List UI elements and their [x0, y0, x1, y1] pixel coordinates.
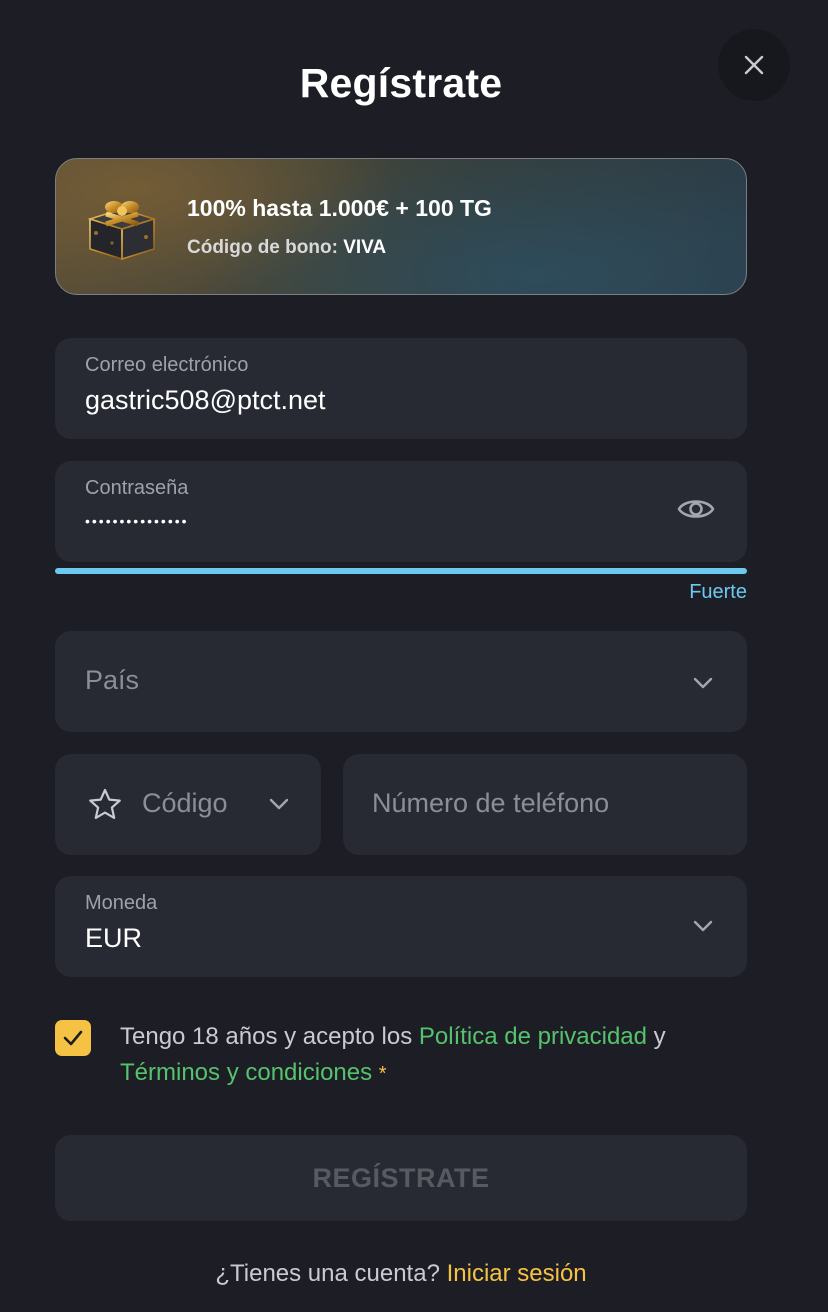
password-field[interactable]: Contraseña •••••••••••••••: [55, 461, 747, 562]
country-select[interactable]: País: [55, 631, 747, 732]
currency-select[interactable]: Moneda EUR: [55, 876, 747, 977]
terms-text-between: y: [647, 1023, 666, 1050]
chevron-down-icon: [269, 798, 289, 810]
bonus-code-label: Código de bono:: [187, 237, 338, 258]
country-placeholder: País: [85, 665, 140, 695]
phone-code-placeholder: Código: [142, 788, 228, 818]
login-link[interactable]: Iniciar sesión: [447, 1260, 587, 1287]
password-strength-label: Fuerte: [689, 581, 747, 603]
eye-icon[interactable]: [677, 494, 715, 524]
footer: ¿Tienes una cuenta? Iniciar sesión: [0, 1260, 802, 1288]
phone-number-placeholder: Número de teléfono: [372, 788, 610, 818]
privacy-policy-link[interactable]: Política de privacidad: [419, 1023, 647, 1050]
registration-modal: Regístrate 100% hasta 1.000€ + 100 TG Có…: [0, 0, 828, 1312]
footer-question: ¿Tienes una cuenta?: [215, 1260, 440, 1287]
email-value[interactable]: gastric508@ptct.net: [85, 385, 326, 416]
email-label: Correo electrónico: [85, 354, 249, 376]
star-icon: [89, 788, 121, 819]
phone-code-select[interactable]: Código: [55, 754, 321, 855]
required-mark: *: [378, 1063, 387, 1085]
bonus-code: Código de bono: VIVA: [187, 237, 386, 259]
currency-value: EUR: [85, 923, 143, 953]
bonus-title: 100% hasta 1.000€ + 100 TG: [187, 195, 492, 221]
email-field[interactable]: Correo electrónico gastric508@ptct.net: [55, 338, 747, 439]
phone-number-input[interactable]: Número de teléfono: [343, 754, 747, 855]
check-icon: [63, 1030, 83, 1046]
password-value[interactable]: •••••••••••••••: [85, 513, 189, 529]
bonus-code-value: VIVA: [343, 237, 387, 258]
currency-label: Moneda: [85, 892, 158, 914]
page-title: Regístrate: [299, 60, 503, 106]
terms-text: Tengo 18 años y acepto los Política de p…: [120, 1019, 720, 1092]
terms-conditions-link[interactable]: Términos y condiciones: [120, 1059, 372, 1086]
password-strength-bar: [55, 568, 747, 574]
bonus-banner: 100% hasta 1.000€ + 100 TG Código de bon…: [55, 158, 747, 295]
register-button[interactable]: REGÍSTRATE: [55, 1135, 747, 1221]
terms-text-before: Tengo 18 años y acepto los: [120, 1023, 419, 1050]
chevron-down-icon: [693, 920, 713, 932]
password-label: Contraseña: [85, 477, 189, 499]
gift-icon: [87, 201, 157, 261]
terms-checkbox[interactable]: [55, 1020, 91, 1056]
chevron-down-icon: [693, 677, 713, 689]
